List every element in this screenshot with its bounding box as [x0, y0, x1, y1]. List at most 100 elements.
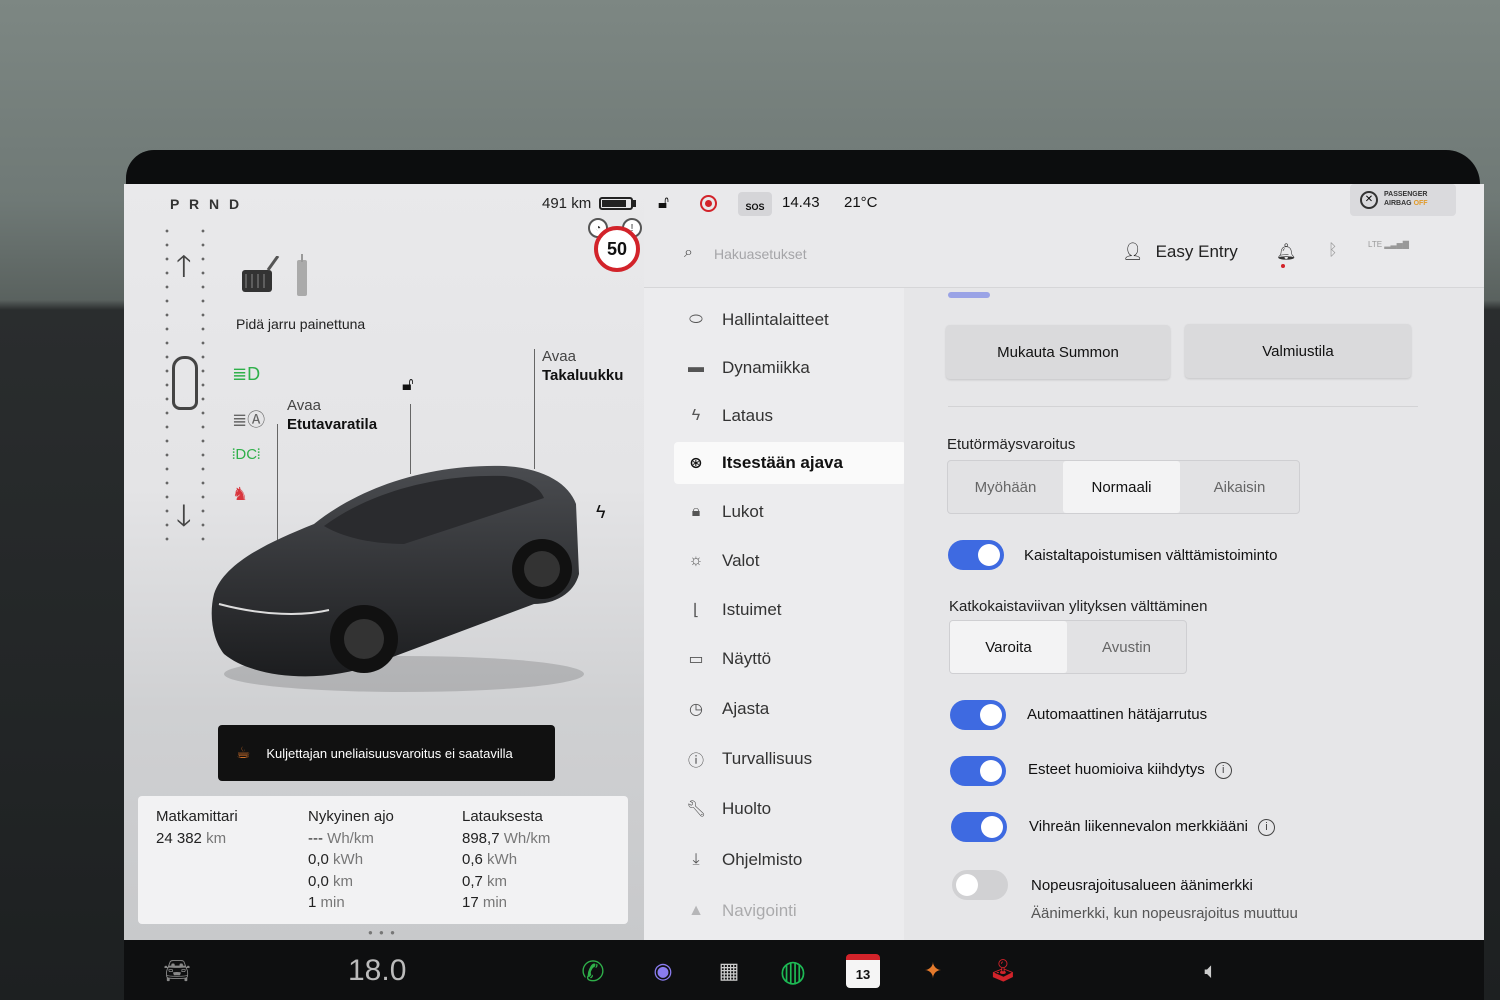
menu-item-display[interactable]: ▭ Näyttö [674, 639, 906, 679]
speed-zone-chime-label: Nopeusrajoitusalueen äänimerkki [1031, 877, 1253, 894]
auto-high-beam-icon: ≣Ⓐ [232, 410, 266, 430]
green-light-text: Vihreän liikennevalon merkkiääni [1029, 818, 1249, 835]
since-charge-title: Latauksesta [462, 808, 543, 825]
info-icon[interactable]: i [1214, 761, 1232, 779]
divider [948, 406, 1418, 407]
car-controls-icon[interactable]: 🚘︎ [160, 954, 194, 988]
rear-trunk-action: Avaa [542, 348, 576, 365]
settings-menu: ⬭ Hallintalaitteet ▬ Dynamiikka ϟ Lataus ⊛ I… [644, 288, 906, 940]
odometer-value-row: 24 382 km [156, 828, 238, 850]
sos-button[interactable]: SOS [738, 192, 772, 216]
lane-departure-toggle[interactable] [948, 540, 1004, 570]
download-icon: ⤓ [692, 851, 700, 868]
menu-item-service[interactable]: 🔧︎ Huolto [674, 789, 906, 829]
since-charge-row: 898,7 Wh/km [462, 829, 551, 847]
fcw-option-early[interactable]: Aikaisin [1180, 461, 1299, 513]
blind-spot-option-assist[interactable]: Avustin [1067, 621, 1186, 673]
fcw-option-late[interactable]: Myöhään [948, 461, 1063, 513]
front-trunk-button[interactable]: Avaa Etutavaratila [287, 396, 377, 434]
rear-trunk-button[interactable]: Avaa Takaluukku [542, 347, 623, 385]
trip-card[interactable]: Matkamittari 24 382 km Nykyinen ajo --- … [138, 796, 628, 924]
odometer-value: 24 382 [156, 829, 202, 847]
since-charge-row: 0,6 kWh [462, 851, 518, 868]
calendar-icon[interactable]: 13 [846, 954, 880, 988]
menu-item-software[interactable]: ⤓ Ohjelmisto [674, 840, 906, 880]
rear-trunk-leader [534, 349, 535, 469]
menu-item-charging[interactable]: ϟ Lataus [674, 396, 906, 436]
menu-label: Hallintalaitteet [722, 310, 829, 329]
menu-item-lights[interactable]: ☼ Valot [674, 541, 906, 581]
toast-text: Kuljettajan uneliaisuusvaroitus ei saata… [266, 745, 513, 761]
menu-item-locks[interactable]: 🔒︎ Lukot [674, 492, 906, 532]
blind-spot-title: Katkokaistaviivan ylityksen välttäminen [949, 598, 1208, 615]
settings-search-input[interactable] [714, 242, 974, 266]
clock-icon: ◷ [689, 701, 703, 718]
customize-summon-button[interactable]: Mukauta Summon [946, 325, 1170, 379]
lte-signal-icon[interactable]: LTE ▂▃▅▇ [1368, 240, 1409, 249]
apps-icon[interactable]: ✦ [916, 954, 950, 988]
aeb-toggle[interactable] [950, 700, 1006, 730]
toggle-icon: ⬭ [689, 311, 703, 328]
menu-item-autopilot[interactable]: ⊛ Itsestään ajava [674, 442, 906, 484]
lte-label: LTE [1368, 240, 1383, 249]
menu-label: Dynamiikka [722, 358, 810, 377]
fcw-option-normal[interactable]: Normaali [1063, 461, 1180, 513]
cabin-temp-value: 18.0 [348, 954, 407, 987]
menu-item-safety[interactable]: ⓘ Turvallisuus [674, 739, 906, 779]
steering-wheel-icon: ⊛ [689, 455, 703, 472]
drowsiness-toast: ☕︎ Kuljettajan uneliaisuusvaroitus ei sa… [218, 725, 555, 781]
blind-spot-option-warn[interactable]: Varoita [950, 621, 1067, 673]
driver-profile-button[interactable]: 👤︎ Easy Entry [1122, 242, 1238, 262]
menu-item-schedule[interactable]: ◷ Ajasta [674, 689, 906, 729]
menu-label: Ajasta [722, 699, 770, 718]
menu-item-navigation[interactable]: ▲ Navigointi [674, 891, 906, 931]
menu-label: Näyttö [722, 649, 772, 668]
menu-label: Lukot [722, 502, 764, 521]
airbag-state: OFF [1413, 200, 1428, 207]
unlock-icon[interactable]: 🔓︎ [402, 374, 414, 395]
cabin-temperature[interactable]: 18.0 [348, 954, 406, 988]
menu-item-dynamics[interactable]: ▬ Dynamiikka [674, 348, 906, 388]
low-beam-icon: ≣D [232, 364, 261, 384]
menu-label: Lataus [722, 406, 774, 425]
fcw-title: Etutörmäysvaroitus [947, 436, 1076, 453]
spotify-icon[interactable]: ◍ [776, 954, 810, 988]
menu-label: Itsestään ajava [722, 453, 843, 472]
current-row: 1 min [308, 894, 345, 911]
search-icon[interactable]: ⌕ [684, 244, 693, 262]
menu-item-controls[interactable]: ⬭ Hallintalaitteet [674, 300, 906, 340]
speed-zone-chime-toggle[interactable] [952, 870, 1008, 900]
menu-label: Navigointi [722, 901, 797, 920]
joystick-icon[interactable]: 🕹︎ [986, 954, 1020, 988]
battery-icon [599, 197, 633, 210]
menu-item-seats[interactable]: ⌊ Istuimet [674, 590, 906, 630]
camera-app-icon[interactable]: ◉ [646, 954, 680, 988]
bell-icon[interactable]: 🔔︎ [1276, 242, 1296, 262]
speed-limit-sign: 50 [594, 226, 640, 272]
lock-status-icon[interactable]: 🔓︎ [658, 193, 669, 213]
standby-mode-button[interactable]: Valmiustila [1185, 324, 1411, 378]
menu-label: Huolto [722, 799, 772, 818]
dashcam-record-icon[interactable] [700, 195, 717, 212]
volume-icon[interactable]: 🔈︎ [1194, 954, 1228, 988]
alert-icon: ⓘ [687, 753, 704, 770]
toybox-icon[interactable]: ▦ [712, 954, 746, 988]
green-light-chime-toggle[interactable] [951, 812, 1007, 842]
outside-temp: 21°C [844, 194, 878, 211]
info-icon[interactable]: i [1258, 818, 1276, 836]
bolt-icon: ϟ [691, 407, 701, 424]
lane-dots-left [164, 224, 170, 544]
charge-port-icon[interactable]: ϟ [596, 502, 606, 523]
gear-selector[interactable]: P R N D [170, 196, 242, 212]
odometer-title: Matkamittari [156, 808, 238, 825]
bluetooth-icon[interactable]: ᛒ [1328, 242, 1338, 260]
card-page-indicator[interactable]: ● ● ● [368, 928, 397, 937]
navigation-icon: ▲ [688, 902, 704, 919]
clock: 14.43 [782, 194, 820, 211]
parking-lights-icon: ⦙DC⦙ [232, 446, 261, 463]
arrow-down-icon: 🡓 [176, 500, 192, 533]
ego-car-icon [172, 356, 198, 410]
obstacle-acceleration-toggle[interactable] [950, 756, 1006, 786]
phone-icon[interactable]: ✆ [576, 954, 610, 988]
current-trip-title: Nykyinen ajo [308, 808, 394, 825]
